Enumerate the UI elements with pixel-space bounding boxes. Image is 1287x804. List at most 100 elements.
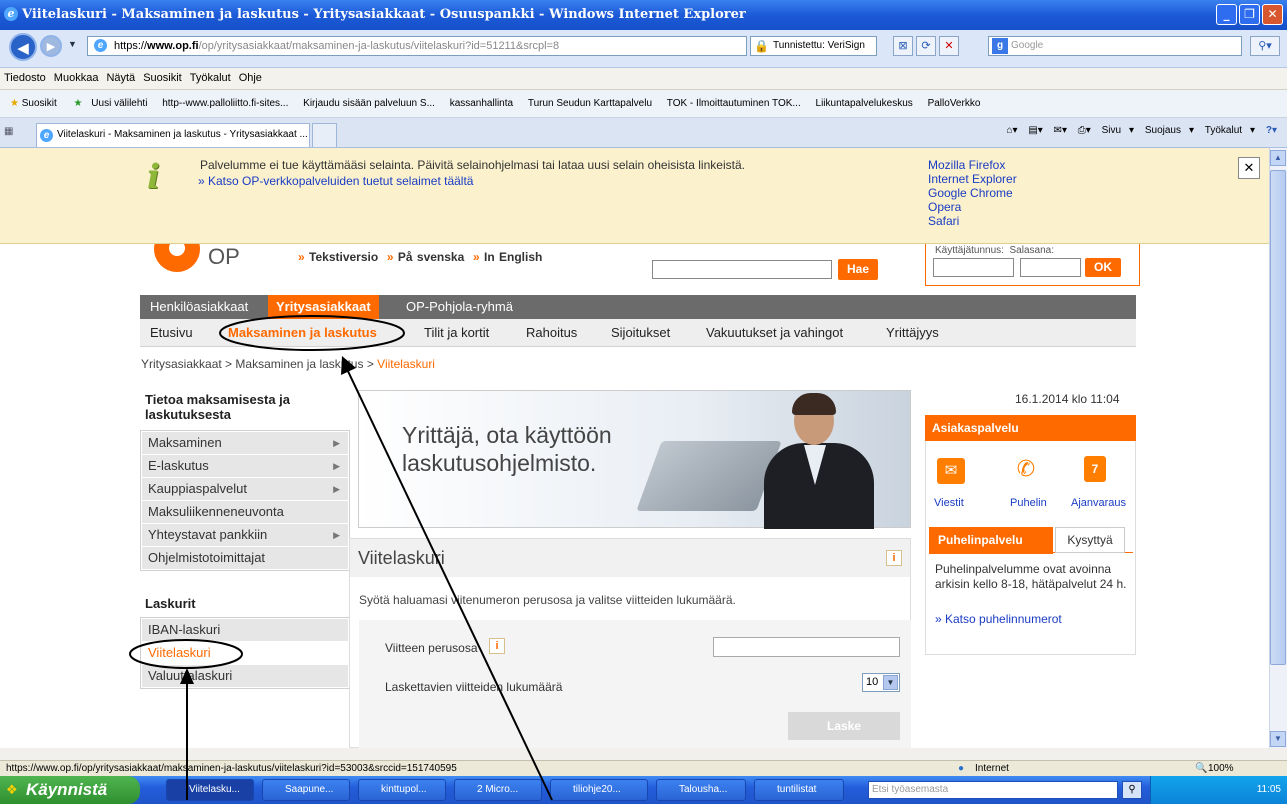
task-item[interactable]: 2 Micro... (454, 779, 542, 801)
username-input[interactable] (933, 258, 1014, 277)
swedish-link[interactable]: På svenska (398, 250, 464, 264)
site-search-button[interactable]: Hae (838, 259, 878, 280)
subnav-etusivu[interactable]: Etusivu (150, 319, 193, 347)
subnav-vakuutukset[interactable]: Vakuutukset ja vahingot (706, 319, 843, 347)
history-dropdown-icon[interactable]: ▼ (68, 39, 77, 49)
info-icon[interactable]: i (489, 638, 505, 654)
start-button[interactable]: ❖ Käynnistä (0, 776, 140, 804)
minimize-button[interactable]: _ (1216, 4, 1237, 25)
desktop-search-input[interactable]: Etsi työasemasta (868, 781, 1118, 799)
phone-icon[interactable]: ✆ (1012, 456, 1040, 482)
fav-item[interactable]: Liikuntapalvelukeskus (816, 98, 913, 109)
breadcrumb-link[interactable]: Maksaminen ja laskutus (235, 357, 363, 371)
tab-puhelinpalvelu[interactable]: Puhelinpalvelu (929, 527, 1053, 554)
zoom-level[interactable]: 100% (1208, 761, 1234, 776)
fav-item[interactable]: kassanhallinta (450, 98, 513, 109)
promo-banner[interactable]: Yrittäjä, ota käyttöön laskutusohjelmisto… (358, 390, 911, 529)
zoom-icon[interactable]: 🔍 (1195, 761, 1207, 776)
new-tab-button[interactable] (312, 123, 337, 147)
subnav-tilit[interactable]: Tilit ja kortit (424, 319, 489, 347)
op-logo[interactable]: OP (154, 226, 254, 274)
mail-icon[interactable]: ✉▾ (1054, 125, 1067, 136)
booking-link[interactable]: Ajanvaraus (1071, 497, 1126, 509)
tab-op-pohjola[interactable]: OP-Pohjola-ryhmä (398, 295, 521, 319)
sidebar-item-kauppiaspalvelut[interactable]: Kauppiaspalvelut ▶ (142, 478, 348, 500)
fav-item[interactable]: TOK - Ilmoittautuminen TOK... (667, 98, 801, 109)
horizontal-scrollbar[interactable] (0, 748, 1287, 760)
reference-base-input[interactable] (713, 637, 900, 657)
safety-menu[interactable]: Suojaus (1145, 125, 1181, 136)
scroll-thumb[interactable] (1270, 170, 1286, 665)
add-favorite-icon[interactable]: ★ (74, 98, 83, 109)
sidebar-item-yhteystavat[interactable]: Yhteystavat pankkiin ▶ (142, 524, 348, 546)
page-menu[interactable]: Sivu (1102, 125, 1121, 136)
text-version-link[interactable]: Tekstiversio (309, 250, 378, 264)
messages-link[interactable]: Viestit (934, 497, 964, 509)
scroll-down-arrow[interactable]: ▼ (1270, 731, 1286, 747)
sidebar-item-neuvonta[interactable]: Maksuliikenneneuvonta (142, 501, 348, 523)
tools-menu[interactable]: Työkalut (1205, 125, 1242, 136)
info-icon[interactable]: i (886, 550, 902, 566)
subnav-yrittajyys[interactable]: Yrittäjyys (886, 319, 939, 347)
fav-item[interactable]: http--www.palloliitto.fi-sites... (162, 98, 288, 109)
phone-numbers-link[interactable]: » Katso puhelinnumerot (935, 612, 1062, 626)
menu-help[interactable]: Ohje (239, 72, 262, 84)
refresh-button[interactable]: ⟳ (916, 36, 936, 56)
fav-item[interactable]: PalloVerkko (928, 98, 981, 109)
supported-browsers-link[interactable]: » Katso OP-verkkopalveluiden tuetut sela… (198, 174, 473, 188)
browser-link-chrome[interactable]: Google Chrome (928, 186, 1013, 200)
subnav-rahoitus[interactable]: Rahoitus (526, 319, 577, 347)
reference-count-select[interactable]: 10 ▼ (862, 673, 900, 692)
site-search-input[interactable] (652, 260, 832, 279)
task-item[interactable]: kinttupol... (358, 779, 446, 801)
calendar-icon[interactable]: 7 (1084, 456, 1106, 482)
browser-link-ie[interactable]: Internet Explorer (928, 172, 1017, 186)
scroll-up-arrow[interactable]: ▲ (1270, 150, 1286, 166)
home-icon[interactable]: ⌂▾ (1006, 125, 1017, 136)
task-item[interactable]: tuntilistat (754, 779, 844, 801)
search-icon[interactable]: ⚲ (1122, 781, 1142, 799)
help-icon[interactable]: ?▾ (1266, 125, 1277, 136)
sidebar-item-viitelaskuri[interactable]: Viitelaskuri (142, 642, 348, 664)
sidebar-item-valuutta[interactable]: Valuuttalaskuri (142, 665, 348, 687)
search-button[interactable]: ⚲▾ (1250, 36, 1280, 56)
task-item[interactable]: Talousha... (656, 779, 746, 801)
login-ok-button[interactable]: OK (1085, 258, 1121, 277)
task-item[interactable]: Saapune... (262, 779, 350, 801)
web-search-input[interactable]: g Google (988, 36, 1242, 56)
task-item[interactable]: tiliohje20... (550, 779, 648, 801)
favorites-button[interactable]: Suosikit (22, 98, 57, 109)
menu-favorites[interactable]: Suosikit (143, 72, 182, 84)
security-badge[interactable]: 🔒 Tunnistettu: VeriSign (750, 36, 877, 56)
phone-link[interactable]: Puhelin (1010, 497, 1047, 509)
fav-item[interactable]: Turun Seudun Karttapalvelu (528, 98, 652, 109)
sidebar-item-ohjelmistotoimittajat[interactable]: Ohjelmistotoimittajat (142, 547, 348, 569)
compat-view-button[interactable]: ⊠ (893, 36, 913, 56)
sidebar-item-iban[interactable]: IBAN-laskuri (142, 619, 348, 641)
subnav-sijoitukset[interactable]: Sijoitukset (611, 319, 670, 347)
password-input[interactable] (1020, 258, 1081, 277)
maximize-button[interactable]: ❐ (1239, 4, 1260, 25)
close-window-button[interactable]: ✕ (1262, 4, 1283, 25)
tab-list-icon[interactable]: ▦ (4, 126, 13, 137)
tab-yritysasiakkaat[interactable]: Yritysasiakkaat (268, 295, 379, 319)
breadcrumb-link[interactable]: Yritysasiakkaat (141, 357, 222, 371)
sidebar-item-e-laskutus[interactable]: E-laskutus ▶ (142, 455, 348, 477)
menu-edit[interactable]: Muokkaa (54, 72, 99, 84)
english-link[interactable]: In English (484, 250, 542, 264)
tab-henkiloasiakkaat[interactable]: Henkilöasiakkaat (142, 295, 256, 319)
subnav-maksaminen[interactable]: Maksaminen ja laskutus (228, 319, 377, 347)
browser-link-firefox[interactable]: Mozilla Firefox (928, 158, 1005, 172)
tab-kysyttya[interactable]: Kysyttyä (1055, 527, 1125, 553)
menu-view[interactable]: Näytä (106, 72, 135, 84)
url-input[interactable]: e https://www.op.fi/op/yritysasiakkaat/m… (87, 36, 747, 56)
sidebar-item-maksaminen[interactable]: Maksaminen ▶ (142, 432, 348, 454)
browser-link-opera[interactable]: Opera (928, 200, 961, 214)
stop-button[interactable]: ✕ (939, 36, 959, 56)
menu-tools[interactable]: Työkalut (190, 72, 231, 84)
menu-file[interactable]: Tiedosto (4, 72, 46, 84)
fav-item[interactable]: Uusi välilehti (91, 98, 147, 109)
print-icon[interactable]: ⎙▾ (1078, 125, 1091, 136)
envelope-icon[interactable]: ✉ (937, 458, 965, 484)
back-button[interactable]: ◀ (9, 33, 37, 61)
